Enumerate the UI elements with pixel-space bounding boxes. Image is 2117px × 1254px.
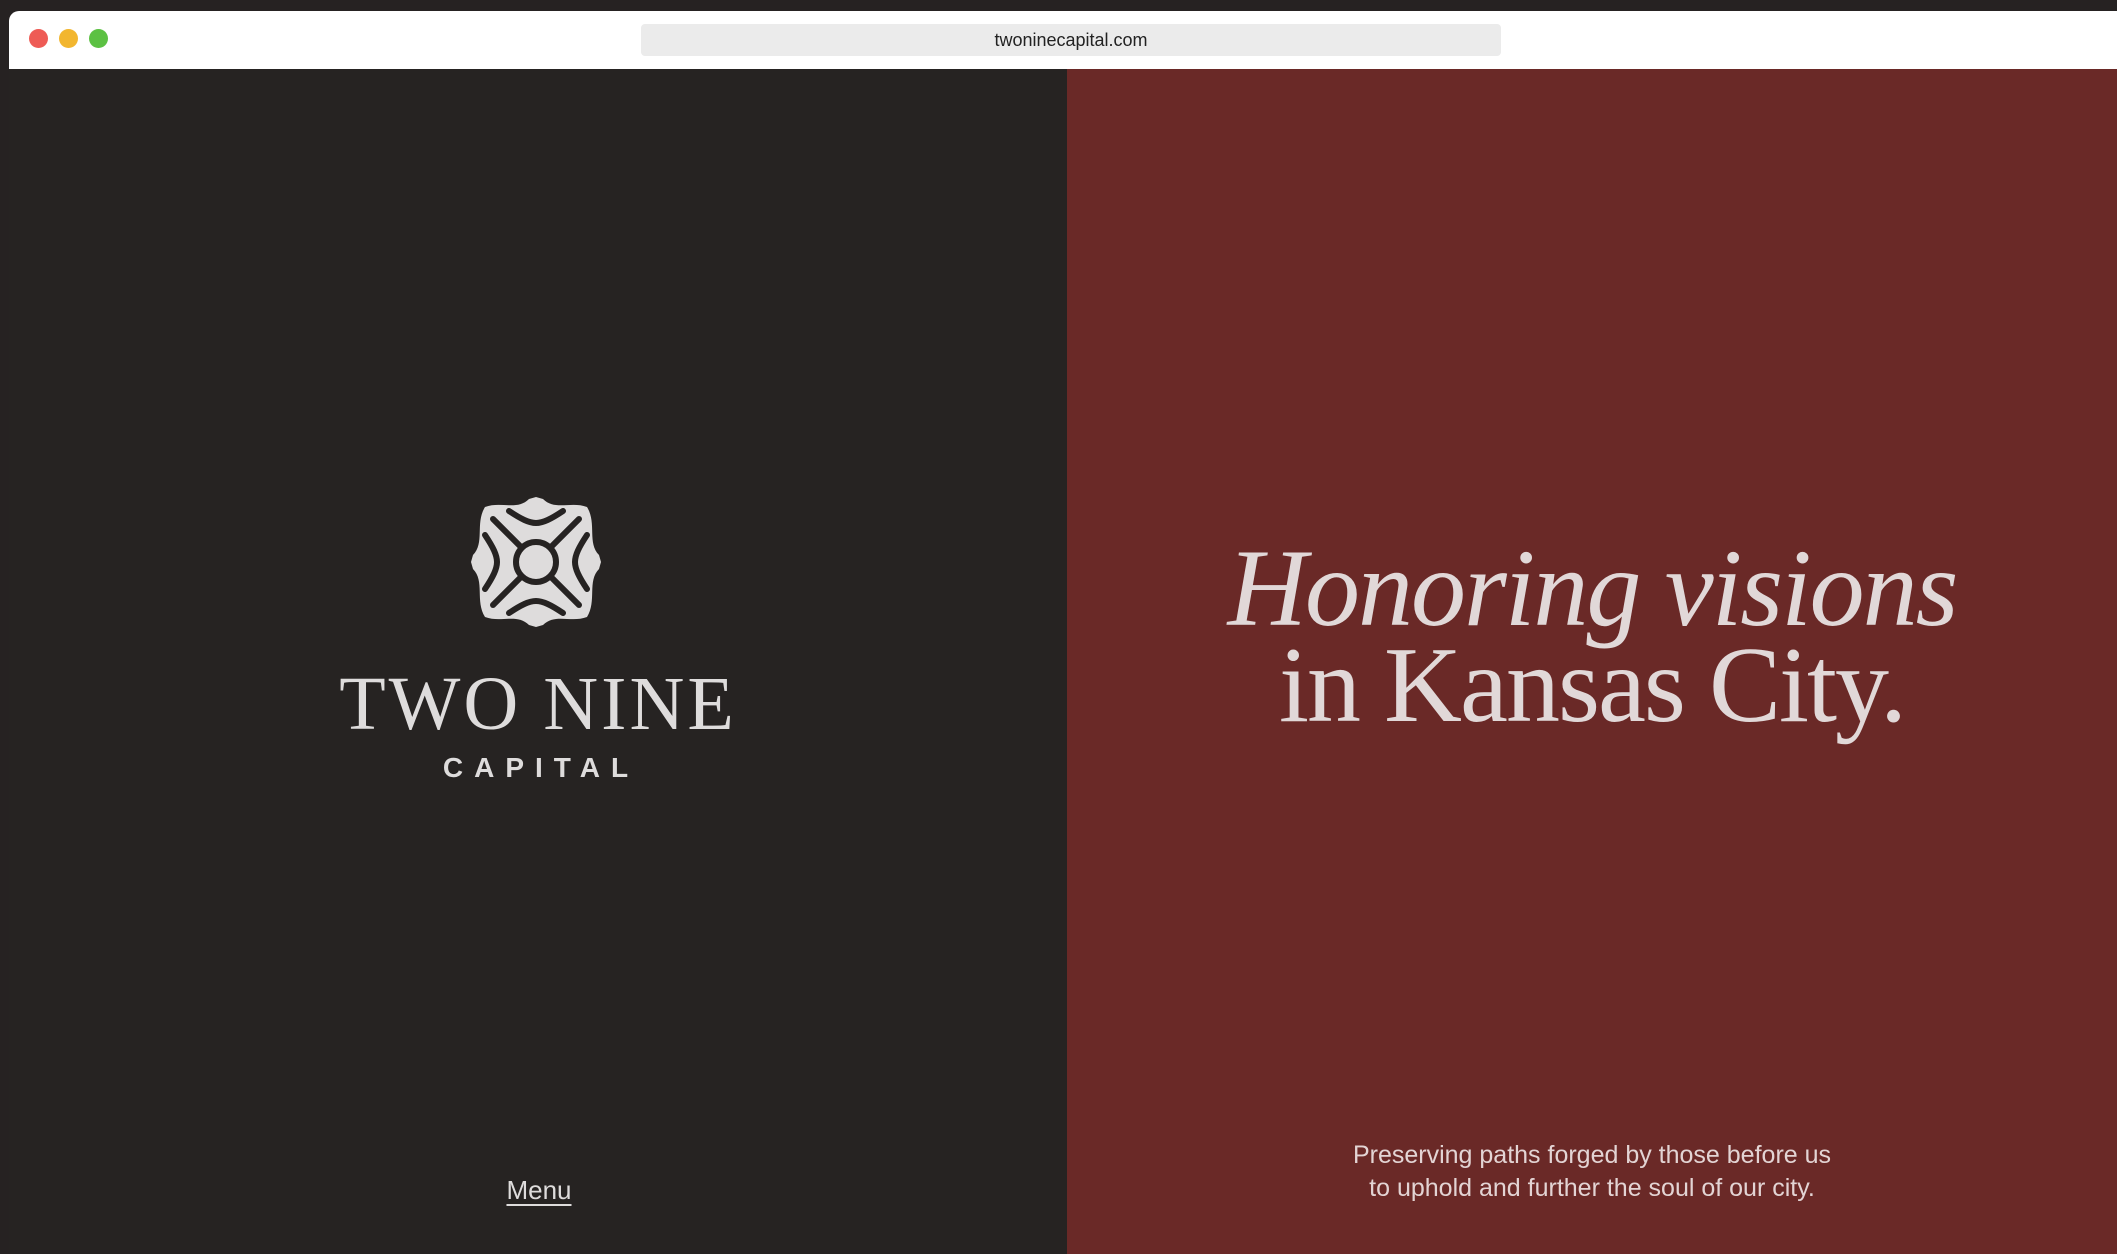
tagline-line2: to uphold and further the soul of our ci… bbox=[1369, 1174, 1815, 1202]
browser-window: twoninecapital.com TWO NINE CAPITAL Menu… bbox=[9, 11, 2117, 1254]
close-window-button[interactable] bbox=[29, 29, 48, 48]
hero-headline-line1: Honoring visions bbox=[1227, 527, 1959, 649]
menu-link[interactable]: Menu bbox=[499, 1175, 579, 1206]
logo-subtitle: CAPITAL bbox=[442, 752, 640, 783]
minimize-window-button[interactable] bbox=[59, 29, 78, 48]
logo-wordmark: TWO NINE bbox=[339, 662, 737, 746]
hero-headline-line2: in Kansas City. bbox=[1279, 626, 1907, 745]
tagline: Preserving paths forged by those before … bbox=[1067, 1139, 2117, 1205]
browser-titlebar: twoninecapital.com bbox=[9, 11, 2117, 69]
quatrefoil-emblem-icon bbox=[471, 497, 601, 627]
address-bar-url: twoninecapital.com bbox=[994, 29, 1148, 50]
right-panel: Honoring visions in Kansas City. Preserv… bbox=[1067, 69, 2117, 1254]
maximize-window-button[interactable] bbox=[89, 29, 108, 48]
hero-headline: Honoring visions in Kansas City. bbox=[1067, 527, 2117, 745]
left-panel: TWO NINE CAPITAL Menu bbox=[9, 69, 1067, 1254]
address-bar[interactable]: twoninecapital.com bbox=[641, 24, 1501, 56]
tagline-line1: Preserving paths forged by those before … bbox=[1352, 1141, 1832, 1169]
